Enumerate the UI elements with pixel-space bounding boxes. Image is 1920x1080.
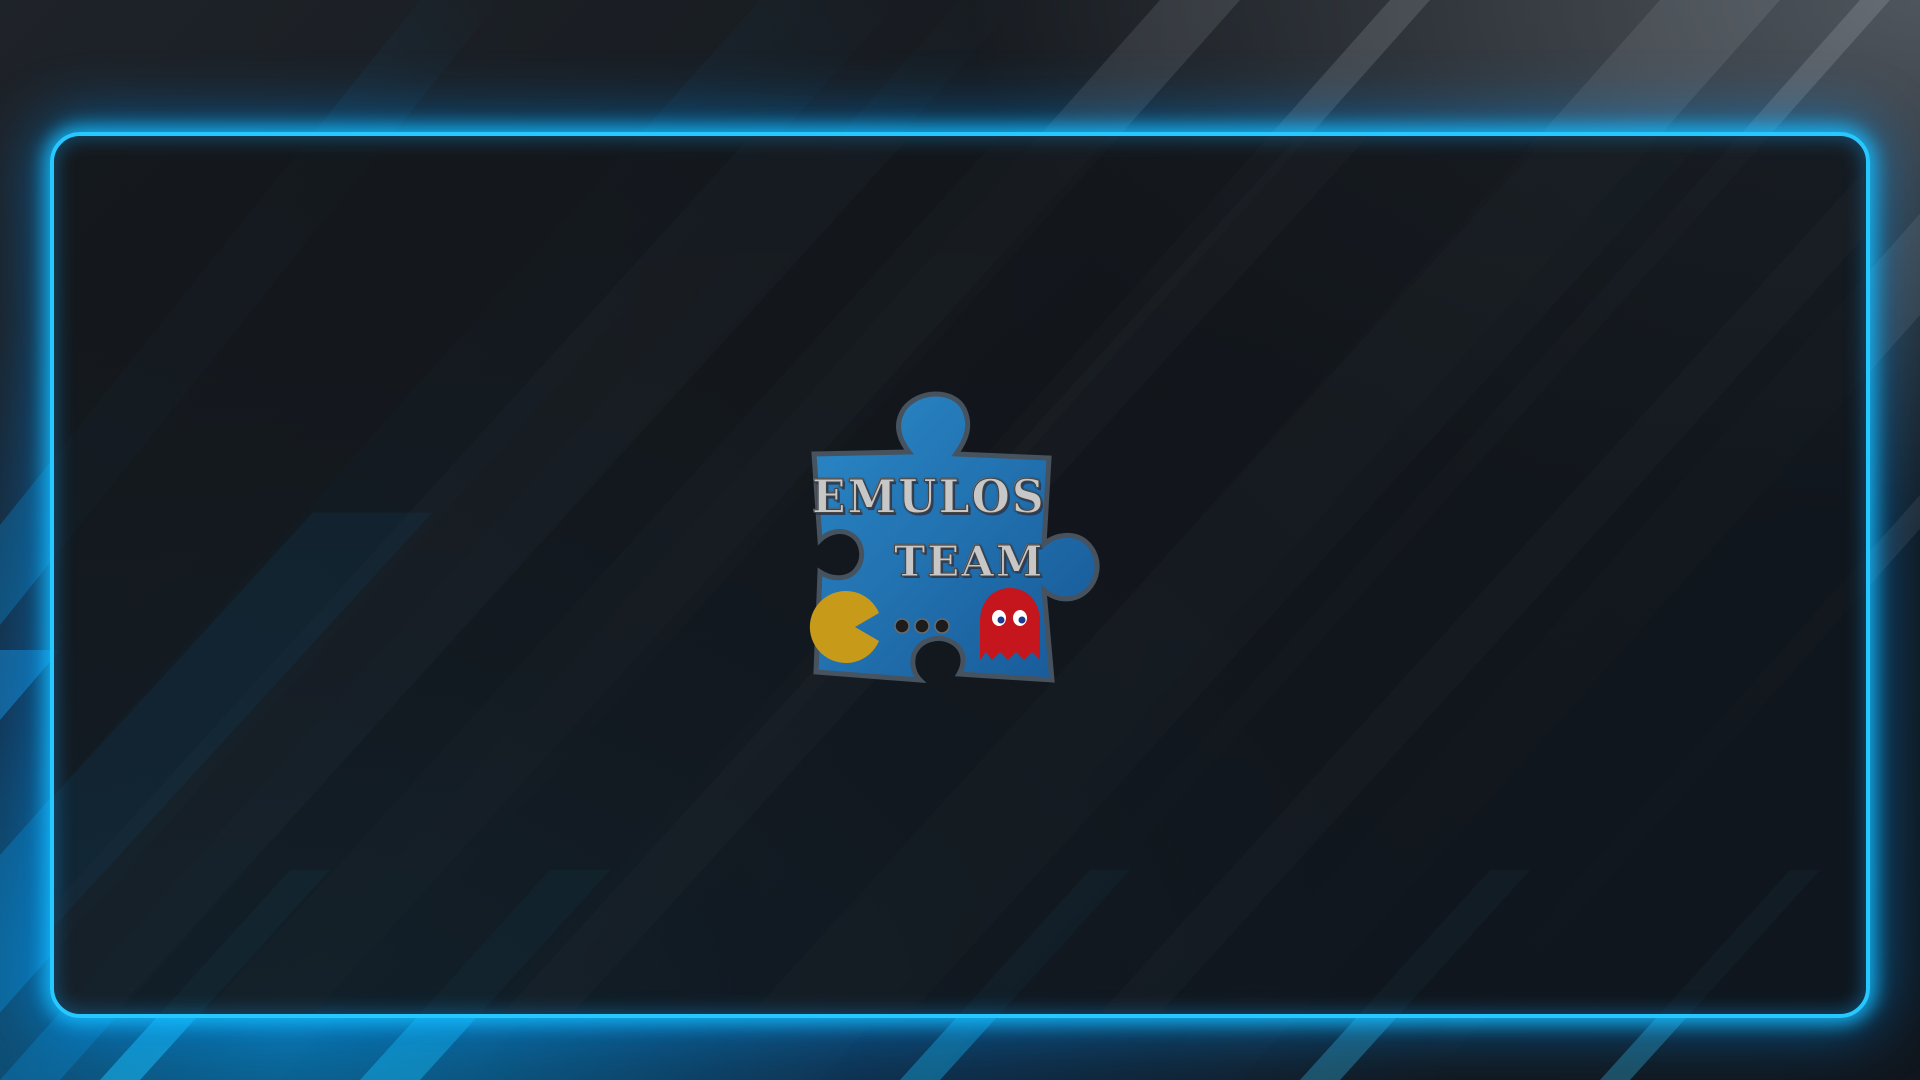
pellet-icon xyxy=(914,618,930,634)
glowing-frame: EMULOS TEAM xyxy=(50,132,1870,1018)
game-screen-background: EMULOS TEAM xyxy=(0,0,1920,1080)
pellet-icon xyxy=(894,618,910,634)
logo-title-line-1: EMULOS xyxy=(812,470,1046,525)
puzzle-piece-logo: EMULOS TEAM xyxy=(794,374,1139,719)
pellet-icon xyxy=(934,618,950,634)
logo-title-line-2: TEAM xyxy=(893,537,1045,587)
ghost-icon xyxy=(980,588,1040,660)
